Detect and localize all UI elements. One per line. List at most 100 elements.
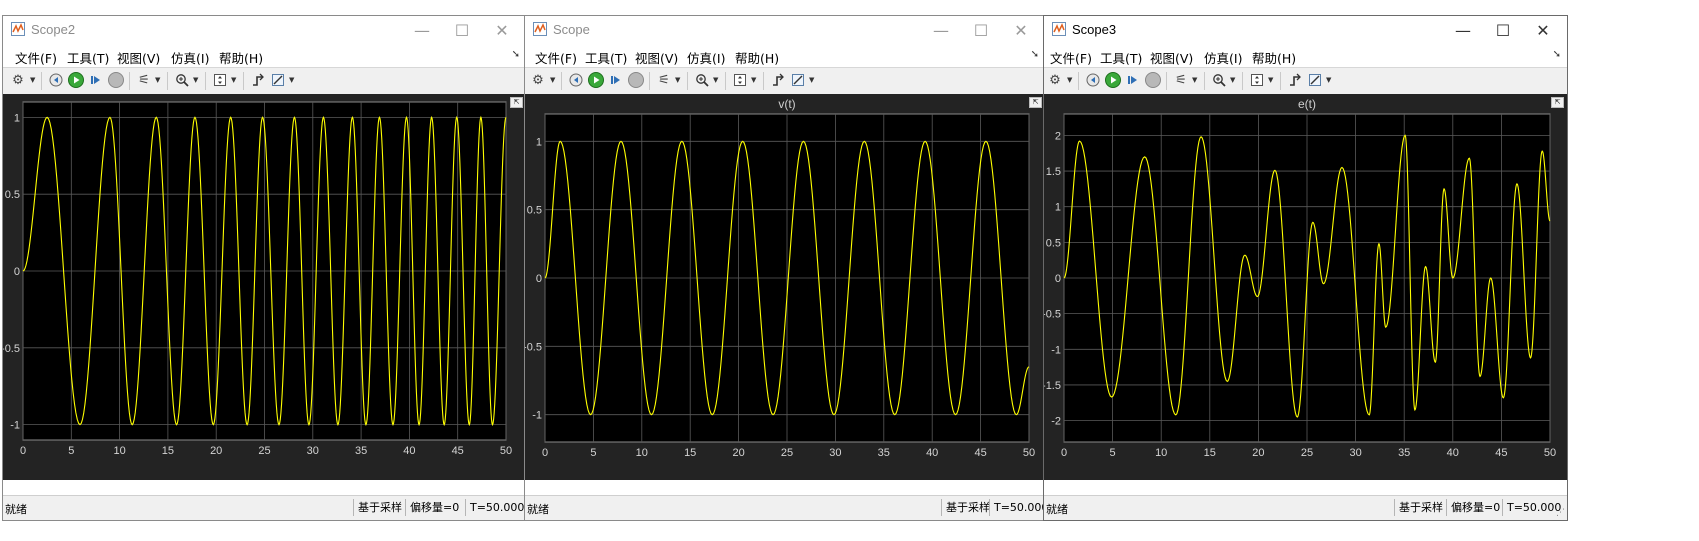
menu-simulation[interactable]: 仿真(I)	[1204, 48, 1242, 67]
menu-file[interactable]: 文件(F)	[535, 48, 577, 67]
cursor-measurements-icon[interactable]	[789, 71, 807, 89]
x-tick-label: 15	[162, 445, 174, 457]
stop-icon[interactable]	[627, 71, 645, 89]
plot-area[interactable]: v(t) 0 5 10 15 20 25 30 35 40 45 50 -1 -0.5 0 0.5 1 ⇱	[525, 94, 1045, 480]
cursor-measurements-icon[interactable]	[269, 71, 287, 89]
scale-axes-icon[interactable]	[211, 71, 229, 89]
menu-view[interactable]: 视图(V)	[635, 48, 678, 67]
chevron-down-icon[interactable]: ▼	[231, 76, 236, 84]
undock-axes-icon[interactable]: ⇱	[1029, 97, 1042, 108]
undock-axes-icon[interactable]: ⇱	[510, 97, 523, 108]
chevron-down-icon[interactable]: ▼	[30, 76, 35, 84]
run-icon[interactable]	[67, 71, 85, 89]
menu-help[interactable]: 帮助(H)	[735, 48, 779, 67]
chevron-down-icon[interactable]: ▼	[1230, 76, 1235, 84]
step-back-icon[interactable]	[1084, 71, 1102, 89]
x-tick-label: 40	[1447, 447, 1459, 459]
zoom-in-icon[interactable]	[1210, 71, 1228, 89]
menu-view[interactable]: 视图(V)	[1150, 48, 1193, 67]
scale-axes-icon[interactable]	[1248, 71, 1266, 89]
chevron-down-icon[interactable]: ▼	[713, 76, 718, 84]
menu-tools[interactable]: 工具(T)	[585, 48, 627, 67]
y-tick-label: 0.5	[5, 189, 20, 201]
chevron-down-icon[interactable]: ▼	[1326, 76, 1331, 84]
zoom-in-icon[interactable]	[693, 71, 711, 89]
step-forward-icon[interactable]	[1124, 71, 1142, 89]
title-bar[interactable]: Scope2 — ☐ ✕	[3, 16, 526, 44]
settings-gear-icon[interactable]: ⚙	[1046, 71, 1064, 89]
chevron-down-icon[interactable]: ▼	[1268, 76, 1273, 84]
chevron-down-icon[interactable]: ▼	[751, 76, 756, 84]
x-tick-label: 20	[732, 447, 744, 459]
minimize-button[interactable]: —	[921, 16, 961, 44]
menu-tools[interactable]: 工具(T)	[1100, 48, 1142, 67]
step-back-icon[interactable]	[47, 71, 65, 89]
resize-grip-icon[interactable]: ⋰	[1556, 508, 1565, 518]
chevron-down-icon[interactable]: ▼	[1067, 76, 1072, 84]
cursor-measurements-icon[interactable]	[1306, 71, 1324, 89]
stop-icon[interactable]	[107, 71, 125, 89]
chevron-down-icon[interactable]: ▼	[155, 76, 160, 84]
run-icon[interactable]	[1104, 71, 1122, 89]
settings-gear-icon[interactable]: ⚙	[9, 71, 27, 89]
close-button[interactable]: ✕	[482, 16, 522, 44]
minimize-button[interactable]: —	[402, 16, 442, 44]
menu-simulation[interactable]: 仿真(I)	[687, 48, 725, 67]
close-button[interactable]: ✕	[1523, 16, 1563, 44]
signal-select-icon[interactable]: ⚟	[655, 71, 673, 89]
triggers-icon[interactable]	[249, 71, 267, 89]
scope2-plot[interactable]: 0 5 10 15 20 25 30 35 40 45 50 -1 -0.5 0 0.5 1	[3, 94, 526, 480]
toolbar: ⚙ ▼ ⚟ ▼ ▼ ▼ ▼	[525, 67, 1045, 95]
triggers-icon[interactable]	[769, 71, 787, 89]
x-tick-label: 0	[1061, 447, 1067, 459]
chevron-down-icon[interactable]: ▼	[675, 76, 680, 84]
close-button[interactable]: ✕	[1001, 16, 1041, 44]
dock-arrow-icon[interactable]: ➘	[1031, 49, 1039, 60]
maximize-button[interactable]: ☐	[961, 16, 1001, 44]
step-forward-icon[interactable]	[87, 71, 105, 89]
triggers-icon[interactable]	[1286, 71, 1304, 89]
y-tick-label: 0.5	[527, 205, 542, 217]
dock-arrow-icon[interactable]: ➘	[512, 49, 520, 60]
step-back-icon[interactable]	[567, 71, 585, 89]
toolbar: ⚙ ▼ ⚟ ▼ ▼ ▼ ▼	[1044, 67, 1567, 95]
menu-file[interactable]: 文件(F)	[1050, 48, 1092, 67]
dock-arrow-icon[interactable]: ➘	[1553, 49, 1561, 60]
stop-icon[interactable]	[1144, 71, 1162, 89]
x-tick-label: 25	[781, 447, 793, 459]
y-tick-label: 2	[1055, 130, 1061, 142]
chevron-down-icon[interactable]: ▼	[809, 76, 814, 84]
toolbar-separator	[41, 72, 42, 90]
title-bar[interactable]: Scope — ☐ ✕	[525, 16, 1045, 44]
plot-area[interactable]: 0 5 10 15 20 25 30 35 40 45 50 -1 -0.5 0 0.5 1 ⇱	[3, 94, 526, 480]
scope3-plot[interactable]: e(t) 0 5 10 15 20 25 30 35 40 45 50 -2 -1.5 -1 -0.5 0 0.5…	[1044, 94, 1567, 480]
toolbar-separator	[561, 72, 562, 90]
title-bar[interactable]: Scope3 — ☐ ✕	[1044, 16, 1567, 44]
menu-tools[interactable]: 工具(T)	[67, 48, 109, 67]
window-title: Scope	[553, 22, 590, 37]
chevron-down-icon[interactable]: ▼	[289, 76, 294, 84]
menu-help[interactable]: 帮助(H)	[1252, 48, 1296, 67]
menu-simulation[interactable]: 仿真(I)	[171, 48, 209, 67]
status-ready: 就绪	[527, 503, 549, 516]
step-forward-icon[interactable]	[607, 71, 625, 89]
chevron-down-icon[interactable]: ▼	[1192, 76, 1197, 84]
scope-plot[interactable]: v(t) 0 5 10 15 20 25 30 35 40 45 50 -1 -0.5 0 0.5 1	[525, 94, 1045, 480]
chevron-down-icon[interactable]: ▼	[550, 76, 555, 84]
minimize-button[interactable]: —	[1443, 16, 1483, 44]
maximize-button[interactable]: ☐	[442, 16, 482, 44]
signal-select-icon[interactable]: ⚟	[135, 71, 153, 89]
zoom-in-icon[interactable]	[173, 71, 191, 89]
settings-gear-icon[interactable]: ⚙	[529, 71, 547, 89]
run-icon[interactable]	[587, 71, 605, 89]
menu-view[interactable]: 视图(V)	[117, 48, 160, 67]
undock-axes-icon[interactable]: ⇱	[1551, 97, 1564, 108]
maximize-button[interactable]: ☐	[1483, 16, 1523, 44]
menu-file[interactable]: 文件(F)	[15, 48, 57, 67]
status-ready: 就绪	[5, 503, 27, 516]
signal-select-icon[interactable]: ⚟	[1172, 71, 1190, 89]
chevron-down-icon[interactable]: ▼	[193, 76, 198, 84]
scale-axes-icon[interactable]	[731, 71, 749, 89]
menu-help[interactable]: 帮助(H)	[219, 48, 263, 67]
plot-area[interactable]: e(t) 0 5 10 15 20 25 30 35 40 45 50 -2 -1.5 -1 -0.5 0 0.5…	[1044, 94, 1567, 480]
